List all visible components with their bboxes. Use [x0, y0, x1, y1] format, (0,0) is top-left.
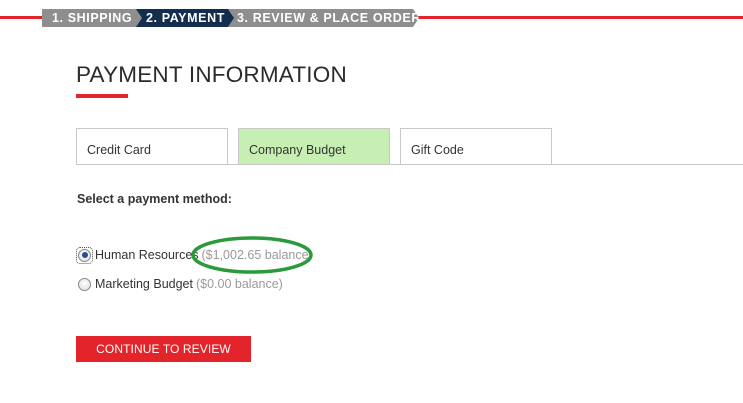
- step-payment: 2. PAYMENT: [136, 9, 234, 27]
- tab-gift-code[interactable]: Gift Code: [400, 128, 552, 165]
- option-name: Marketing Budget: [95, 277, 193, 291]
- page-title: PAYMENT INFORMATION: [76, 62, 347, 87]
- continue-to-review-button[interactable]: CONTINUE TO REVIEW ORDER: [76, 336, 251, 382]
- step-shipping[interactable]: 1. SHIPPING: [42, 9, 146, 27]
- radio-focus-outline: [76, 246, 93, 264]
- option-balance: ($1,002.65 balance): [201, 248, 313, 262]
- payment-option-human-resources[interactable]: Human Resources ($1,002.65 balance): [76, 246, 313, 264]
- title-underline: [76, 94, 128, 98]
- tabs-baseline: [76, 164, 743, 165]
- payment-option-marketing-budget[interactable]: Marketing Budget ($0.00 balance): [78, 276, 283, 292]
- option-name: Human Resources: [95, 248, 199, 262]
- payment-method-prompt: Select a payment method:: [77, 192, 232, 206]
- tab-credit-card[interactable]: Credit Card: [76, 128, 228, 165]
- radio-human-resources[interactable]: [78, 248, 91, 262]
- radio-marketing-budget[interactable]: [78, 277, 91, 291]
- tab-company-budget[interactable]: Company Budget: [238, 128, 390, 165]
- step-review: 3. REVIEW & PLACE ORDER: [228, 9, 419, 27]
- option-balance: ($0.00 balance): [195, 277, 283, 291]
